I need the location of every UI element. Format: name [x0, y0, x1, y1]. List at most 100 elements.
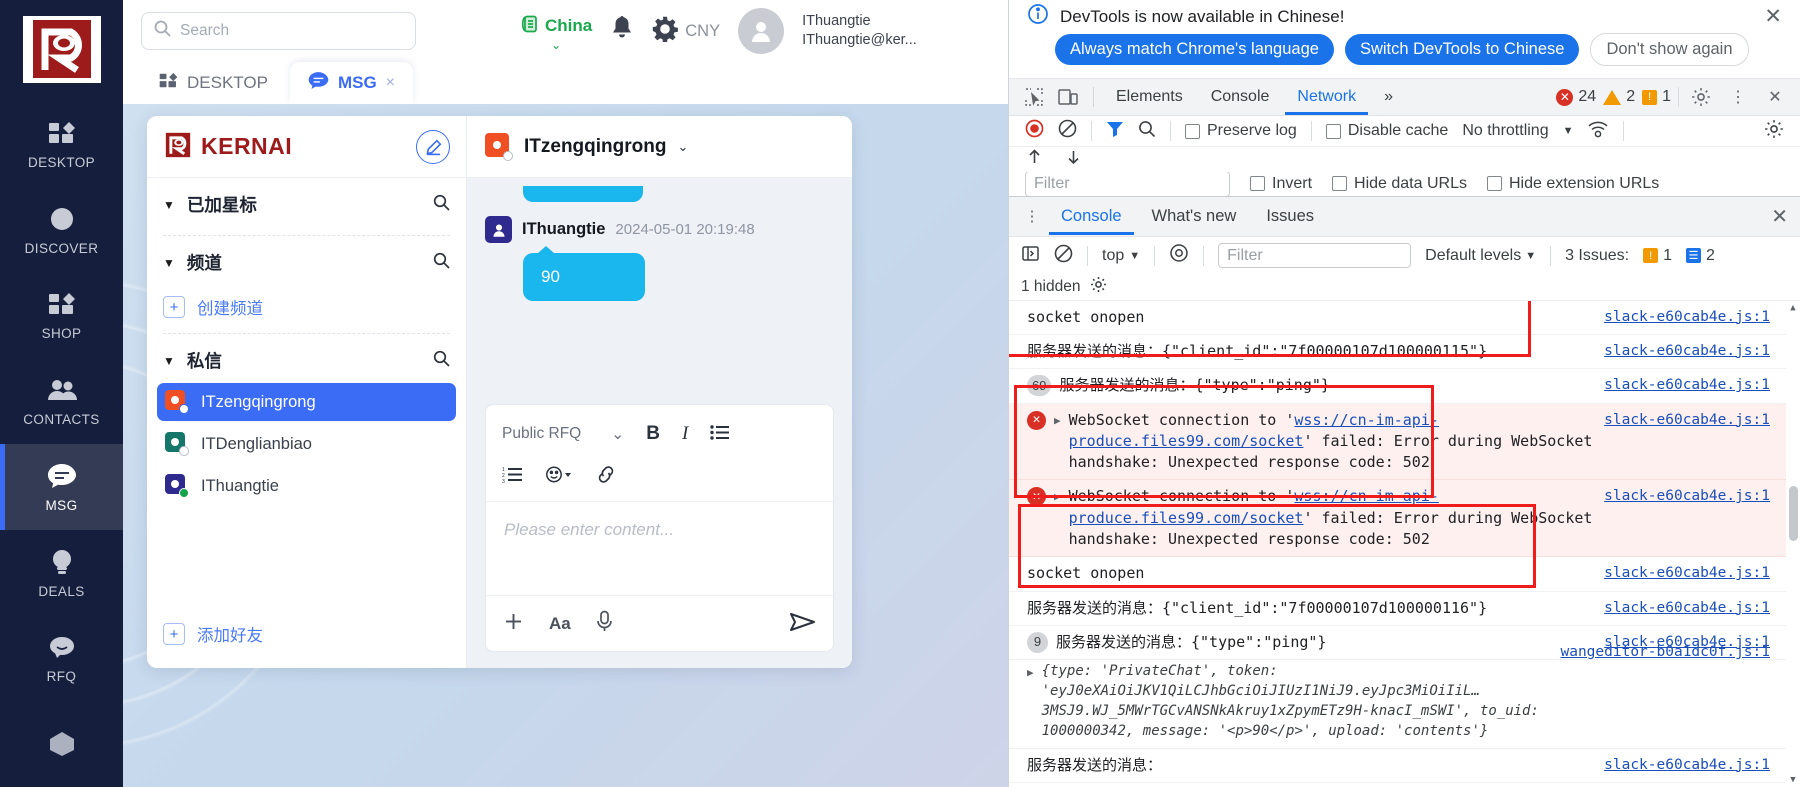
- hide-extension-urls-checkbox[interactable]: Hide extension URLs: [1486, 175, 1659, 193]
- list-item[interactable]: IThuangtie: [157, 467, 456, 505]
- gear-icon[interactable]: [1090, 276, 1107, 298]
- sidebar-item-desktop[interactable]: DESKTOP: [0, 101, 123, 187]
- bell-icon[interactable]: [610, 16, 634, 46]
- issues-warning-count[interactable]: ! 1: [1643, 247, 1672, 265]
- device-toolbar-icon[interactable]: [1053, 83, 1083, 111]
- create-channel-button[interactable]: + 创建频道: [147, 283, 466, 323]
- microphone-icon[interactable]: [595, 610, 614, 637]
- console-source-link[interactable]: slack-e60cab4e.js:1: [1604, 486, 1770, 507]
- console-source-link[interactable]: slack-e60cab4e.js:1: [1604, 375, 1770, 396]
- close-icon[interactable]: ✕: [1760, 83, 1790, 111]
- throttling-select[interactable]: No throttling: [1462, 122, 1548, 140]
- console-row[interactable]: socket onopen slack-e60cab4e.js:1: [1009, 301, 1800, 335]
- tab-network[interactable]: Network: [1285, 79, 1368, 115]
- issues-info-count[interactable]: ☰ 2: [1686, 247, 1715, 265]
- tab-desktop[interactable]: DESKTOP: [141, 62, 286, 104]
- rfq-type-select[interactable]: Public RFQ ⌄: [502, 425, 624, 444]
- drawer-tab-console[interactable]: Console: [1049, 197, 1134, 235]
- console-source-link[interactable]: wangeditor-b0a1dc0f.js:1: [1560, 642, 1770, 663]
- console-row[interactable]: socket onopen slack-e60cab4e.js:1: [1009, 557, 1800, 592]
- italic-button[interactable]: I: [682, 423, 688, 445]
- drawer-tab-whats-new[interactable]: What's new: [1140, 197, 1249, 235]
- search-icon[interactable]: [433, 350, 450, 371]
- close-icon[interactable]: ✕: [1771, 204, 1788, 229]
- ordered-list-icon[interactable]: 123: [502, 466, 523, 487]
- console-row[interactable]: 服务器发送的消息： slack-e60cab4e.js:1: [1009, 749, 1800, 783]
- sidebar-item-contacts[interactable]: CONTACTS: [0, 358, 123, 444]
- send-icon[interactable]: [789, 611, 817, 637]
- search-icon[interactable]: [1138, 120, 1156, 143]
- log-levels-select[interactable]: Default levels: [1425, 247, 1521, 265]
- more-vertical-icon[interactable]: ⋮: [1021, 207, 1043, 225]
- export-har-icon[interactable]: [1064, 148, 1083, 171]
- console-row[interactable]: 服务器发送的消息：{"client_id":"7f00000107d100000…: [1009, 592, 1800, 626]
- console-row-error[interactable]: ✕ ▶ WebSocket connection to 'wss://cn-im…: [1009, 403, 1800, 481]
- chevron-down-icon[interactable]: ▼: [1563, 125, 1574, 137]
- filter-icon[interactable]: [1106, 120, 1124, 143]
- console-sidebar-icon[interactable]: [1021, 244, 1040, 268]
- close-icon[interactable]: ×: [386, 74, 395, 92]
- always-match-language-button[interactable]: Always match Chrome's language: [1055, 34, 1334, 66]
- info-count[interactable]: ! 1: [1642, 88, 1671, 106]
- console-source-link[interactable]: slack-e60cab4e.js:1: [1604, 410, 1770, 431]
- add-friend-button[interactable]: + 添加好友: [147, 610, 466, 668]
- console-scrollbar[interactable]: ▲ ▼: [1786, 300, 1800, 787]
- sidebar-item-extra[interactable]: [0, 701, 123, 787]
- more-vertical-icon[interactable]: ⋮: [1723, 83, 1753, 111]
- bullet-list-icon[interactable]: [710, 424, 730, 445]
- console-row-error[interactable]: ✕ ▶ WebSocket connection to 'wss://cn-im…: [1009, 480, 1800, 558]
- disable-cache-checkbox[interactable]: Disable cache: [1325, 122, 1448, 140]
- live-expression-icon[interactable]: [1169, 243, 1189, 268]
- console-row-object[interactable]: ▶ {type: 'PrivateChat', token: 'eyJ0eXAi…: [1009, 644, 1800, 749]
- console-source-link[interactable]: slack-e60cab4e.js:1: [1604, 755, 1770, 776]
- close-icon[interactable]: ✕: [1764, 4, 1782, 29]
- tab-elements[interactable]: Elements: [1104, 79, 1195, 115]
- search-input[interactable]: [180, 22, 370, 40]
- error-count[interactable]: ✕ 24: [1556, 88, 1596, 106]
- font-style-button[interactable]: Aa: [549, 614, 571, 634]
- gear-icon[interactable]: [1764, 119, 1784, 144]
- sidebar-item-shop[interactable]: SHOP: [0, 272, 123, 358]
- console-source-link[interactable]: slack-e60cab4e.js:1: [1604, 307, 1770, 328]
- expand-triangle-icon[interactable]: ▶: [1027, 665, 1034, 681]
- gear-icon[interactable]: [1686, 83, 1716, 111]
- scroll-up-arrow[interactable]: ▲: [1786, 301, 1800, 315]
- record-icon[interactable]: [1025, 119, 1044, 143]
- console-row[interactable]: 69 服务器发送的消息：{"type":"ping"} slack-e60cab…: [1009, 369, 1800, 404]
- link-icon[interactable]: [595, 465, 617, 488]
- chevron-down-icon[interactable]: ▼: [163, 198, 175, 212]
- import-har-icon[interactable]: [1025, 148, 1044, 171]
- tab-console[interactable]: Console: [1199, 79, 1282, 115]
- console-source-link[interactable]: slack-e60cab4e.js:1: [1604, 598, 1770, 619]
- chevron-down-icon[interactable]: ▼: [1525, 250, 1536, 262]
- clear-icon[interactable]: [1058, 119, 1077, 143]
- inspect-cursor-icon[interactable]: [1019, 83, 1049, 111]
- dont-show-again-button[interactable]: Don't show again: [1590, 33, 1749, 67]
- drawer-tab-issues[interactable]: Issues: [1254, 197, 1326, 235]
- search-box[interactable]: [141, 12, 416, 50]
- hide-data-urls-checkbox[interactable]: Hide data URLs: [1332, 175, 1467, 193]
- scroll-down-arrow[interactable]: ▼: [1786, 773, 1800, 787]
- chevron-down-icon[interactable]: ▼: [163, 354, 175, 368]
- sidebar-item-msg[interactable]: MSG: [0, 443, 123, 530]
- console-row[interactable]: 服务器发送的消息：{"client_id":"7f00000107d100000…: [1009, 335, 1800, 370]
- compose-pencil-icon[interactable]: [416, 130, 450, 164]
- scrollbar-thumb[interactable]: [1789, 485, 1798, 541]
- sidebar-item-discover[interactable]: DISCOVER: [0, 187, 123, 273]
- console-source-link[interactable]: slack-e60cab4e.js:1: [1604, 341, 1770, 362]
- switch-to-chinese-button[interactable]: Switch DevTools to Chinese: [1344, 34, 1580, 66]
- list-item[interactable]: ITDenglianbiao: [157, 425, 456, 463]
- issues-label[interactable]: 3 Issues:: [1565, 247, 1629, 265]
- emoji-icon[interactable]: [545, 465, 573, 488]
- console-source-link[interactable]: slack-e60cab4e.js:1: [1604, 563, 1770, 584]
- console-log[interactable]: socket onopen slack-e60cab4e.js:1 服务器发送的…: [1009, 300, 1800, 787]
- expand-triangle-icon[interactable]: ▶: [1054, 413, 1061, 429]
- list-item[interactable]: ITzengqingrong: [157, 383, 456, 421]
- tab-msg[interactable]: MSG ×: [289, 62, 414, 104]
- preserve-log-checkbox[interactable]: Preserve log: [1185, 122, 1297, 140]
- clear-console-icon[interactable]: [1054, 244, 1073, 268]
- warning-count[interactable]: 2: [1603, 88, 1635, 106]
- plus-icon[interactable]: [502, 610, 525, 637]
- currency-selector[interactable]: CNY: [652, 16, 720, 47]
- console-context-select[interactable]: top: [1102, 247, 1124, 265]
